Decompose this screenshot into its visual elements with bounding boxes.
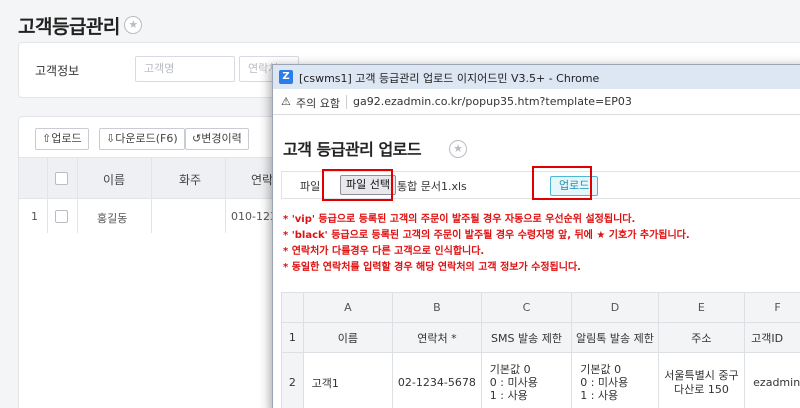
upload-notes: * 'vip' 등급으로 등록된 고객의 주문이 발주될 경우 자동으로 우선순… <box>283 212 690 276</box>
upload-button[interactable]: ⇧업로드 <box>35 128 89 150</box>
column-letter: B <box>392 292 482 323</box>
favorite-star-icon[interactable]: ★ <box>124 16 142 34</box>
column-letter: F <box>744 292 800 323</box>
column-name[interactable]: 이름 <box>103 171 125 188</box>
row-number: 1 <box>31 210 38 223</box>
sheet-data-row: 2 고객1 02-1234-5678 기본값 0 0 : 미사용 1 : 사용 … <box>281 352 800 408</box>
note-line: * 연락처가 다를경우 다른 고객으로 인식합니다. <box>283 246 485 257</box>
sheet-cell: 02-1234-5678 <box>392 352 482 408</box>
column-shipper[interactable]: 화주 <box>179 171 201 188</box>
upload-popup-window: Z [cswms1] 고객 등급관리 업로드 이지어드민 V3.5+ - Chr… <box>272 64 800 408</box>
selected-file-name: 통합 문서1.xls <box>397 180 467 193</box>
row-checkbox[interactable] <box>55 210 68 223</box>
sample-sheet-table: A B C D E F 1 이름 연락처 * SMS 발송 제한 알림톡 발송 … <box>281 292 800 408</box>
sheet-cell-multiline: 기본값 0 0 : 미사용 1 : 사용 <box>571 352 659 408</box>
column-letter: C <box>480 292 573 323</box>
sheet-header-cell: SMS 발송 제한 <box>480 322 573 353</box>
sheet-column-letters: A B C D E F <box>281 292 800 323</box>
warning-triangle-icon[interactable]: ⚠ <box>281 95 291 108</box>
sheet-header-cell: 고객ID <box>744 322 800 353</box>
sheet-header-cell: 알림톡 발송 제한 <box>571 322 659 353</box>
note-line: * 'black' 등급으로 등록된 고객의 주문이 발주될 경우 수령자명 앞… <box>283 230 690 241</box>
url-text[interactable]: ga92.ezadmin.co.kr/popup35.htm?template=… <box>353 95 632 108</box>
highlight-upload <box>532 166 592 200</box>
note-line: * 'vip' 등급으로 등록된 고객의 주문이 발주될 경우 자동으로 우선순… <box>283 214 636 225</box>
security-warning-label[interactable]: 주의 요함 <box>296 95 340 111</box>
sheet-cell: 고객1 <box>302 352 394 408</box>
column-letter: E <box>657 292 746 323</box>
history-icon: ↺ <box>192 132 202 145</box>
popup-title: 고객 등급관리 업로드 <box>283 140 422 159</box>
note-line: * 동일한 연락처를 입력할 경우 해당 연락처의 고객 정보가 수정됩니다. <box>283 262 581 273</box>
sheet-cell-multiline: 서울특별시 중구 다산로 150 <box>657 352 746 408</box>
highlight-choose-file <box>322 169 393 201</box>
ezadmin-app-icon: Z <box>279 70 293 84</box>
sheet-header-cell: 주소 <box>657 322 746 353</box>
window-titlebar[interactable]: Z [cswms1] 고객 등급관리 업로드 이지어드민 V3.5+ - Chr… <box>273 65 800 89</box>
download-icon: ⇩ <box>106 132 116 145</box>
sheet-cell: ezadmin <box>744 352 800 408</box>
row-number: 2 <box>281 352 304 408</box>
sheet-header-cell: 이름 <box>302 322 394 353</box>
sheet-header-row: 1 이름 연락처 * SMS 발송 제한 알림톡 발송 제한 주소 고객ID <box>281 322 800 353</box>
column-letter: A <box>302 292 394 323</box>
row-number: 1 <box>281 322 304 353</box>
column-letter: D <box>571 292 659 323</box>
page-title: 고객등급관리 ★ <box>18 12 142 39</box>
download-button[interactable]: ⇩다운로드(F6) <box>99 128 185 150</box>
sheet-cell-multiline: 기본값 0 0 : 미사용 1 : 사용 <box>480 352 573 408</box>
sheet-header-cell: 연락처 * <box>392 322 482 353</box>
page-title-text: 고객등급관리 <box>18 16 120 38</box>
customer-name-input[interactable]: 고객명 <box>135 56 235 82</box>
row-name: 홍길동 <box>97 212 128 225</box>
window-title: [cswms1] 고객 등급관리 업로드 이지어드민 V3.5+ - Chrom… <box>299 72 600 85</box>
file-label: 파일 <box>300 180 321 193</box>
address-bar[interactable]: ⚠ 주의 요함 ga92.ezadmin.co.kr/popup35.htm?t… <box>273 89 800 115</box>
customer-info-label: 고객정보 <box>35 64 80 78</box>
select-all-checkbox[interactable] <box>55 172 68 185</box>
change-history-button[interactable]: ↺변경이력 <box>185 128 249 150</box>
favorite-star-icon[interactable]: ★ <box>449 140 467 158</box>
upload-icon: ⇧ <box>42 132 52 145</box>
